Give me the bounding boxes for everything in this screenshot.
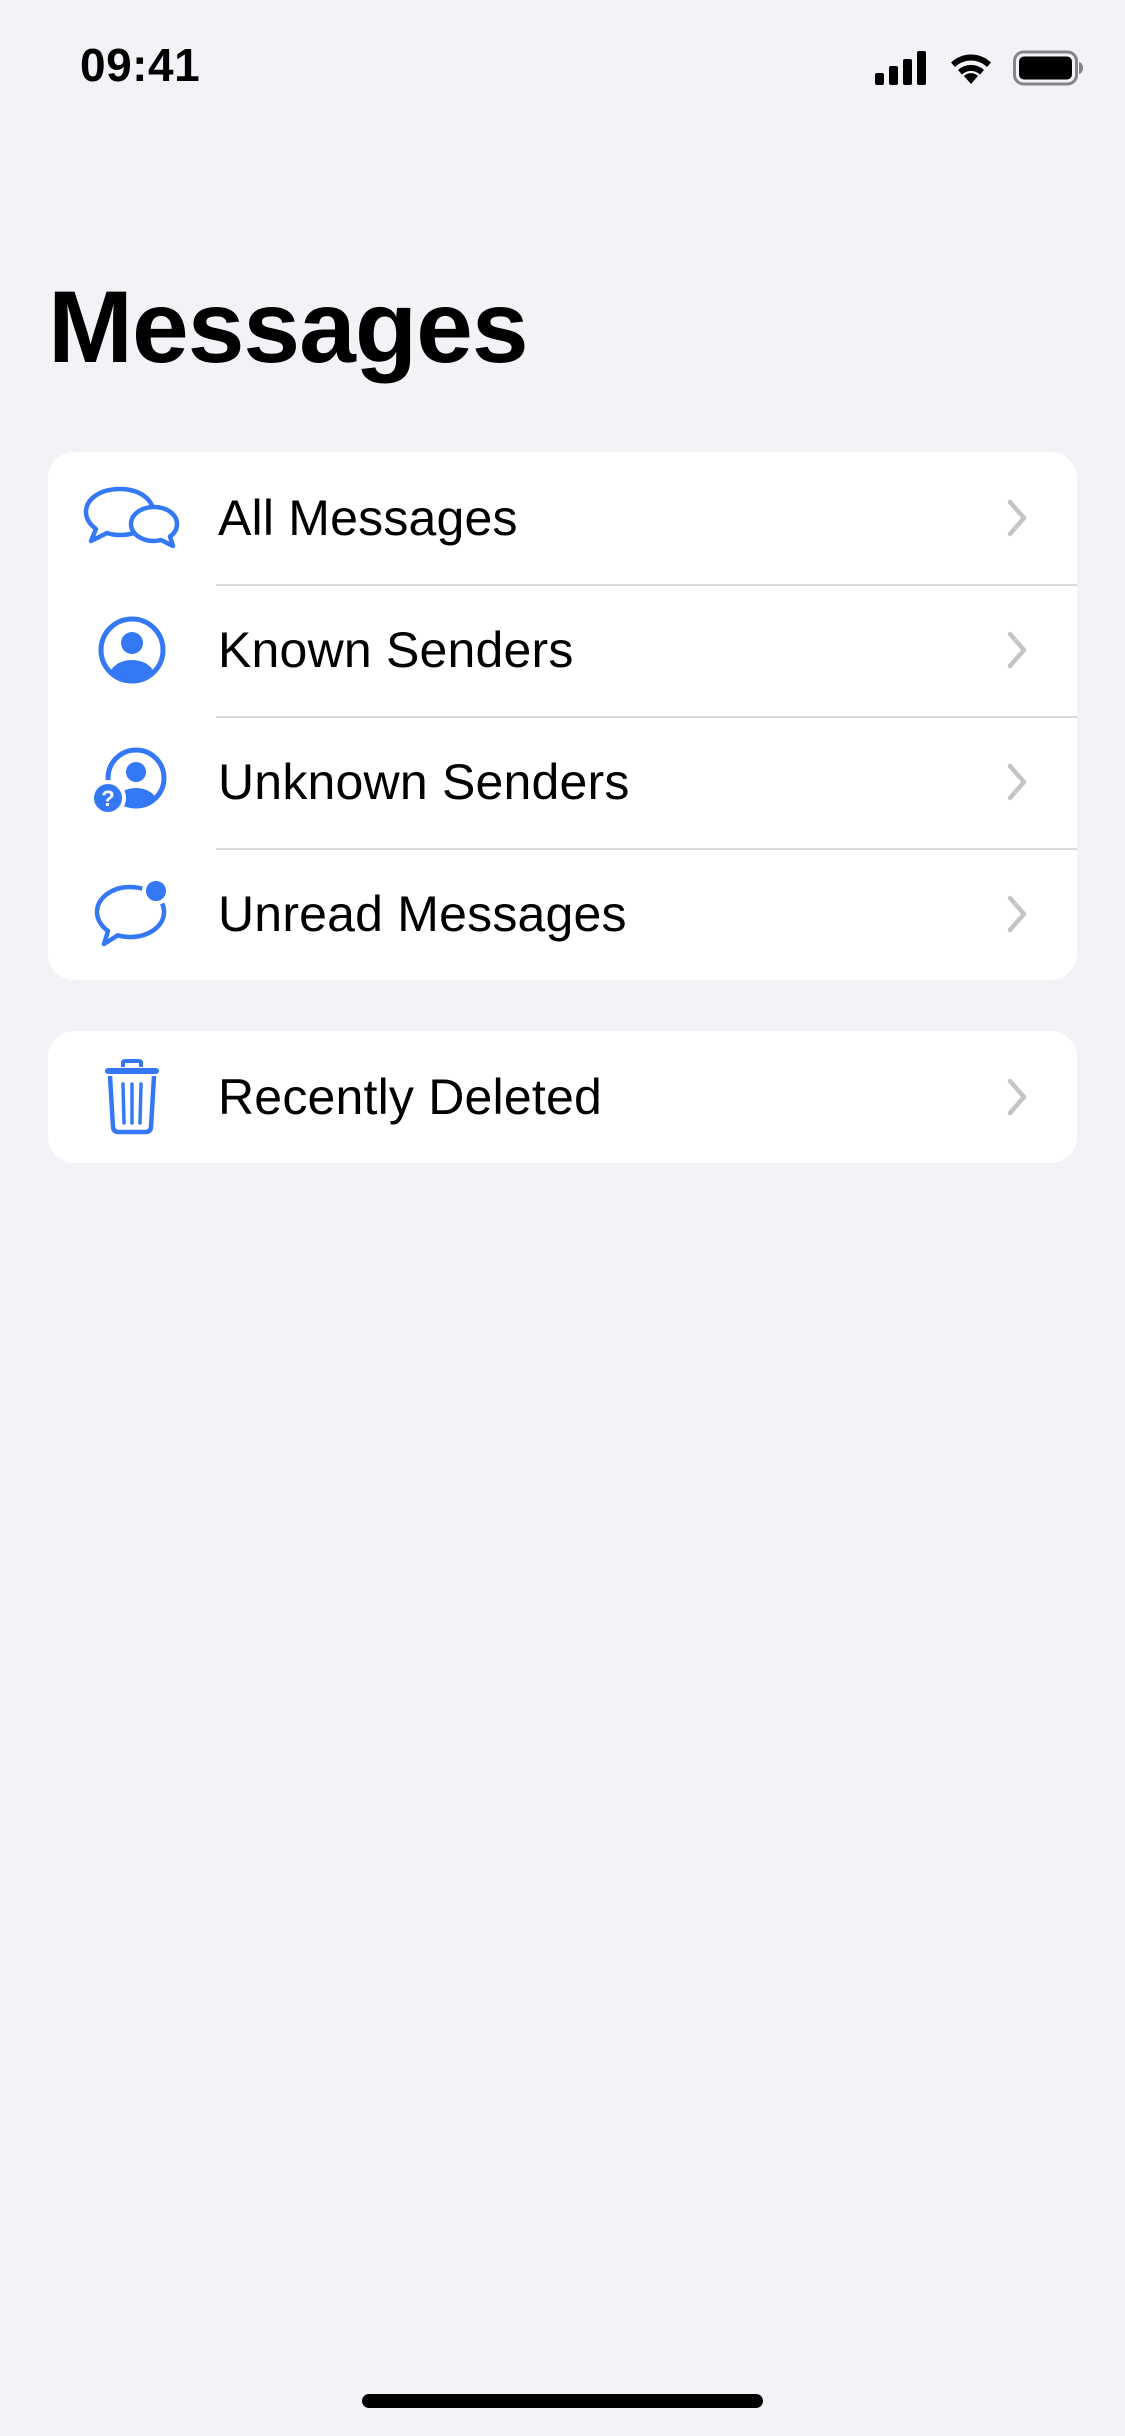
all-messages-label: All Messages <box>218 490 518 546</box>
unread-messages-label: Unread Messages <box>218 886 627 942</box>
person-circle-icon <box>78 600 186 700</box>
trash-icon <box>78 1047 186 1147</box>
known-senders-row[interactable]: Known Senders <box>48 584 1077 716</box>
chevron-right-icon <box>1005 496 1029 540</box>
recently-deleted-row[interactable]: Recently Deleted <box>48 1031 1077 1163</box>
home-indicator[interactable] <box>362 2394 763 2408</box>
two-chat-bubbles-icon <box>78 468 186 568</box>
chevron-right-icon <box>1005 892 1029 936</box>
unknown-senders-row[interactable]: ? Unknown Senders <box>48 716 1077 848</box>
battery-icon <box>1013 50 1083 86</box>
message-filters-list: All Messages Known Senders ? Unknown Sen… <box>48 452 1077 980</box>
status-bar: 09:41 <box>0 0 1125 140</box>
person-question-icon: ? <box>78 732 186 832</box>
row-divider <box>216 584 1077 586</box>
status-icons <box>875 48 1083 88</box>
all-messages-row[interactable]: All Messages <box>48 452 1077 584</box>
status-time: 09:41 <box>80 39 201 91</box>
page-title: Messages <box>48 270 529 384</box>
svg-text:?: ? <box>101 786 114 811</box>
chat-bubble-badge-icon <box>78 864 186 964</box>
chevron-right-icon <box>1005 628 1029 672</box>
known-senders-label: Known Senders <box>218 622 574 678</box>
unread-messages-row[interactable]: Unread Messages <box>48 848 1077 980</box>
row-divider <box>216 716 1077 718</box>
row-divider <box>216 848 1077 850</box>
wifi-icon <box>947 50 995 86</box>
cellular-signal-icon <box>875 51 929 85</box>
chevron-right-icon <box>1005 1075 1029 1119</box>
chevron-right-icon <box>1005 760 1029 804</box>
recently-deleted-group: Recently Deleted <box>48 1031 1077 1163</box>
unknown-senders-label: Unknown Senders <box>218 754 630 810</box>
recently-deleted-label: Recently Deleted <box>218 1069 602 1125</box>
